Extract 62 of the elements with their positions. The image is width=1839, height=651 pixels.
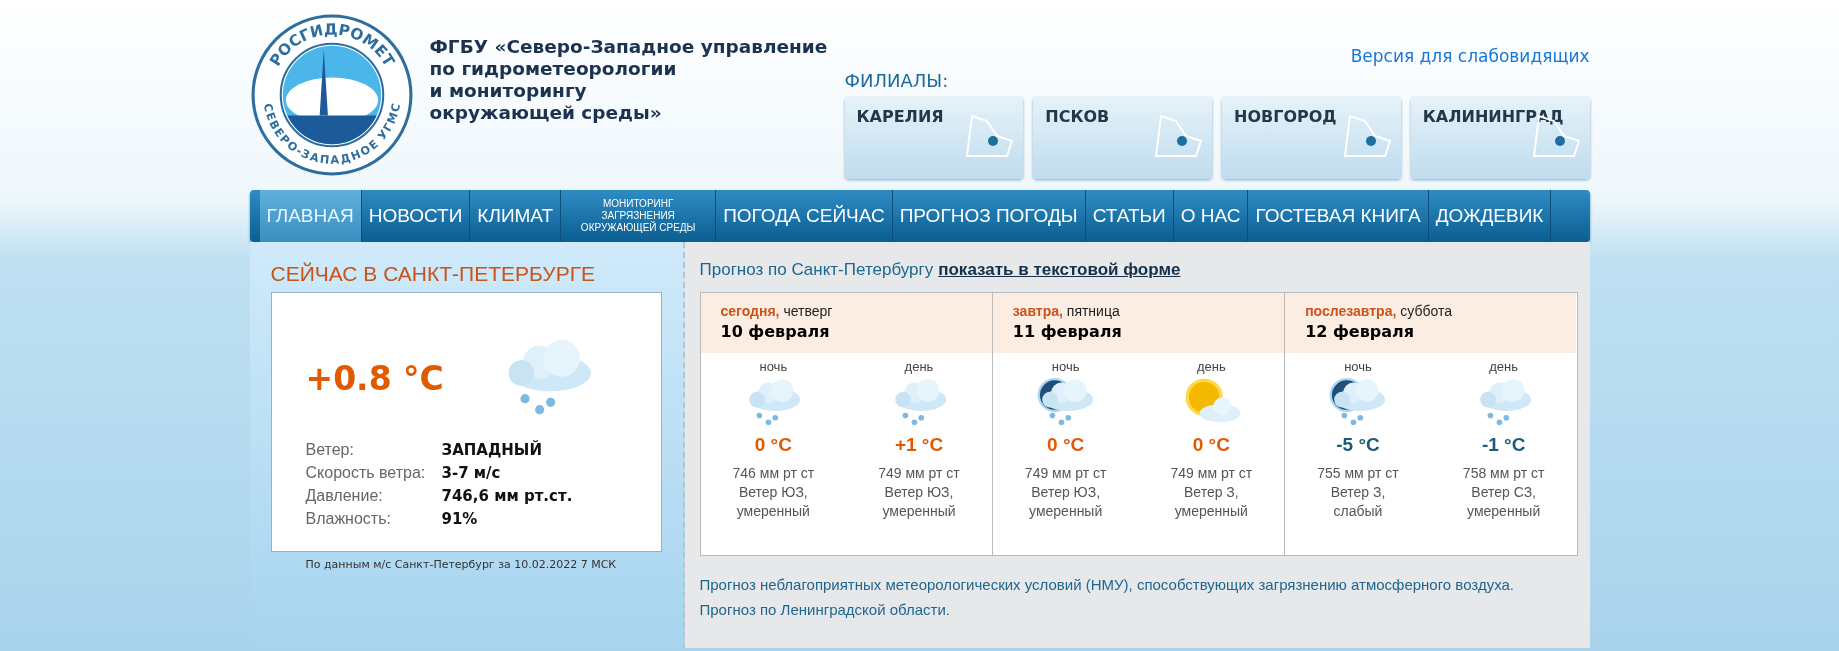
branches-label: ФИЛИАЛЫ: [844, 70, 950, 91]
day-relative: сегодня, [720, 303, 780, 319]
organization-title: ФГБУ «Северо-Западное управление по гидрометеорологии и мониторингу окружающей среды» [429, 36, 829, 124]
branch-card[interactable]: КАРЕЛИЯ [844, 97, 1024, 179]
wind-direction: Ветер СЗ, [1471, 483, 1536, 502]
forecast-temperature: 0 °C [1192, 434, 1230, 456]
forecast-temperature: 0 °C [1047, 434, 1085, 456]
wind-direction: Ветер ЮЗ, [884, 483, 954, 502]
wind-direction: Ветер З, [1183, 483, 1239, 502]
text-form-link[interactable]: показать в текстовой форме [938, 260, 1181, 280]
pressure: 749 мм рт ст [1024, 464, 1107, 483]
parameter-label: Влажность: [305, 510, 392, 528]
period-name: ночь [759, 359, 788, 374]
parameter-label: Ветер: [305, 441, 355, 459]
parameter-label: Скорость ветра: [305, 464, 427, 482]
data-source-note: По данным м/с Санкт-Петербург за 10.02.2022 7 МСК [305, 558, 618, 571]
period-name: день [1196, 359, 1226, 374]
wind-direction: Ветер З, [1330, 483, 1386, 502]
wind-strength: умеренный [1467, 502, 1541, 521]
pressure: 758 мм рт ст [1462, 464, 1545, 483]
day-relative: послезавтра, [1305, 303, 1397, 319]
wind-strength: умеренный [1174, 502, 1248, 521]
pressure: 749 мм рт ст [878, 464, 960, 483]
weekday: четверг [783, 303, 833, 319]
forecast-temperature: -1 °C [1481, 434, 1526, 456]
wind-strength: умеренный [1029, 502, 1103, 521]
forecast-link[interactable]: Прогноз неблагоприятных метеорологических условий (НМУ), способствующих загрязнению атмосферного воздуха. [699, 576, 1578, 593]
branch-card[interactable]: НОВГОРОД [1222, 97, 1401, 179]
pressure: 746 мм рт ст [732, 464, 815, 483]
forecast-temperature: 0 °C [754, 434, 792, 456]
branch-card[interactable]: ПСКОВ [1033, 97, 1212, 179]
parameter-value: 746,6 мм рт.ст. [441, 487, 574, 505]
pressure: 755 мм рт ст [1317, 464, 1399, 483]
parameter-label: Давление: [305, 487, 384, 505]
accessibility-version-link[interactable]: Версия для слабовидящих [1350, 46, 1590, 66]
day-date: 11 февраля [1012, 322, 1123, 341]
wind-strength: умеренный [736, 502, 810, 521]
period-name: ночь [1051, 359, 1080, 374]
current-temperature: +0.8 °C [305, 358, 444, 398]
period-name: день [1489, 359, 1519, 374]
parameter-value: ЗАПАДНЫЙ [441, 441, 543, 459]
day-relative: завтра, [1012, 303, 1063, 319]
forecast-title: Прогноз по Санкт-Петербургу [699, 260, 934, 280]
pressure: 749 мм рт ст [1170, 464, 1253, 483]
current-weather-title: СЕЙЧАС В САНКТ-ПЕТЕРБУРГЕ [270, 262, 597, 286]
weekday: суббота [1400, 303, 1452, 319]
day-date: 12 февраля [1305, 322, 1416, 341]
day-date: 10 февраля [720, 322, 831, 341]
forecast-temperature: +1 °C [894, 434, 944, 456]
period-name: ночь [1344, 359, 1372, 374]
branch-card[interactable]: КАЛИНИНГРАД [1410, 97, 1590, 179]
parameter-value: 91% [441, 510, 479, 528]
wind-strength: слабый [1333, 502, 1383, 521]
wind-direction: Ветер ЮЗ, [1031, 483, 1101, 502]
wind-direction: Ветер ЮЗ, [738, 483, 808, 502]
wind-strength: умеренный [882, 502, 956, 521]
forecast-temperature: -5 °C [1336, 434, 1380, 456]
period-name: день [904, 359, 934, 374]
nav-tab[interactable]: ГЛАВНАЯ [259, 190, 362, 242]
parameter-value: 3-7 м/с [441, 464, 502, 482]
forecast-link[interactable]: Прогноз по Ленинградской области. [699, 601, 1578, 618]
weekday: пятница [1066, 303, 1120, 319]
